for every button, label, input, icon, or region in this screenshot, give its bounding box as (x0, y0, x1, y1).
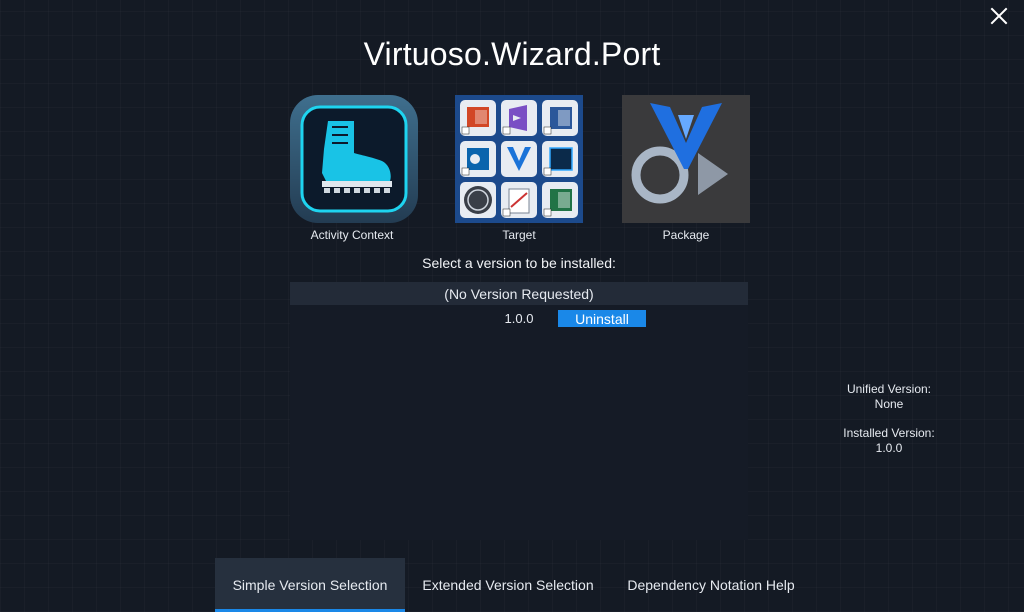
close-button[interactable] (976, 0, 1022, 32)
installed-version-value: 1.0.0 (875, 441, 903, 455)
package-label: Package (662, 228, 710, 242)
installed-version-info: Installed Version: 1.0.0 (824, 426, 954, 456)
uninstall-button[interactable]: Uninstall (558, 310, 646, 327)
tab-simple-version-selection[interactable]: Simple Version Selection (215, 558, 405, 612)
unified-version-value: None (874, 397, 904, 411)
tab-dependency-notation-help[interactable]: Dependency Notation Help (611, 558, 811, 612)
unified-version-info: Unified Version: None (824, 382, 954, 412)
page-title: Virtuoso.Wizard.Port (363, 36, 661, 72)
version-number: 1.0.0 (504, 311, 534, 326)
activity-context-label: Activity Context (310, 228, 394, 242)
target-label: Target (502, 228, 536, 242)
office-apps-grid-icon (455, 95, 583, 223)
boot-icon (290, 95, 418, 223)
version-prompt: Select a version to be installed: (422, 255, 616, 271)
unified-version-label: Unified Version: (846, 382, 932, 396)
activity-context-tile[interactable] (290, 95, 418, 223)
tab-extended-version-selection[interactable]: Extended Version Selection (405, 558, 611, 612)
tab-bar: Simple Version Selection Extended Versio… (215, 558, 811, 612)
close-icon (990, 7, 1008, 25)
package-logo-icon (622, 95, 750, 223)
no-version-requested-option[interactable]: (No Version Requested) (290, 282, 748, 305)
installed-version-label: Installed Version: (843, 426, 935, 440)
target-tile[interactable] (455, 95, 583, 223)
package-tile[interactable] (622, 95, 750, 223)
